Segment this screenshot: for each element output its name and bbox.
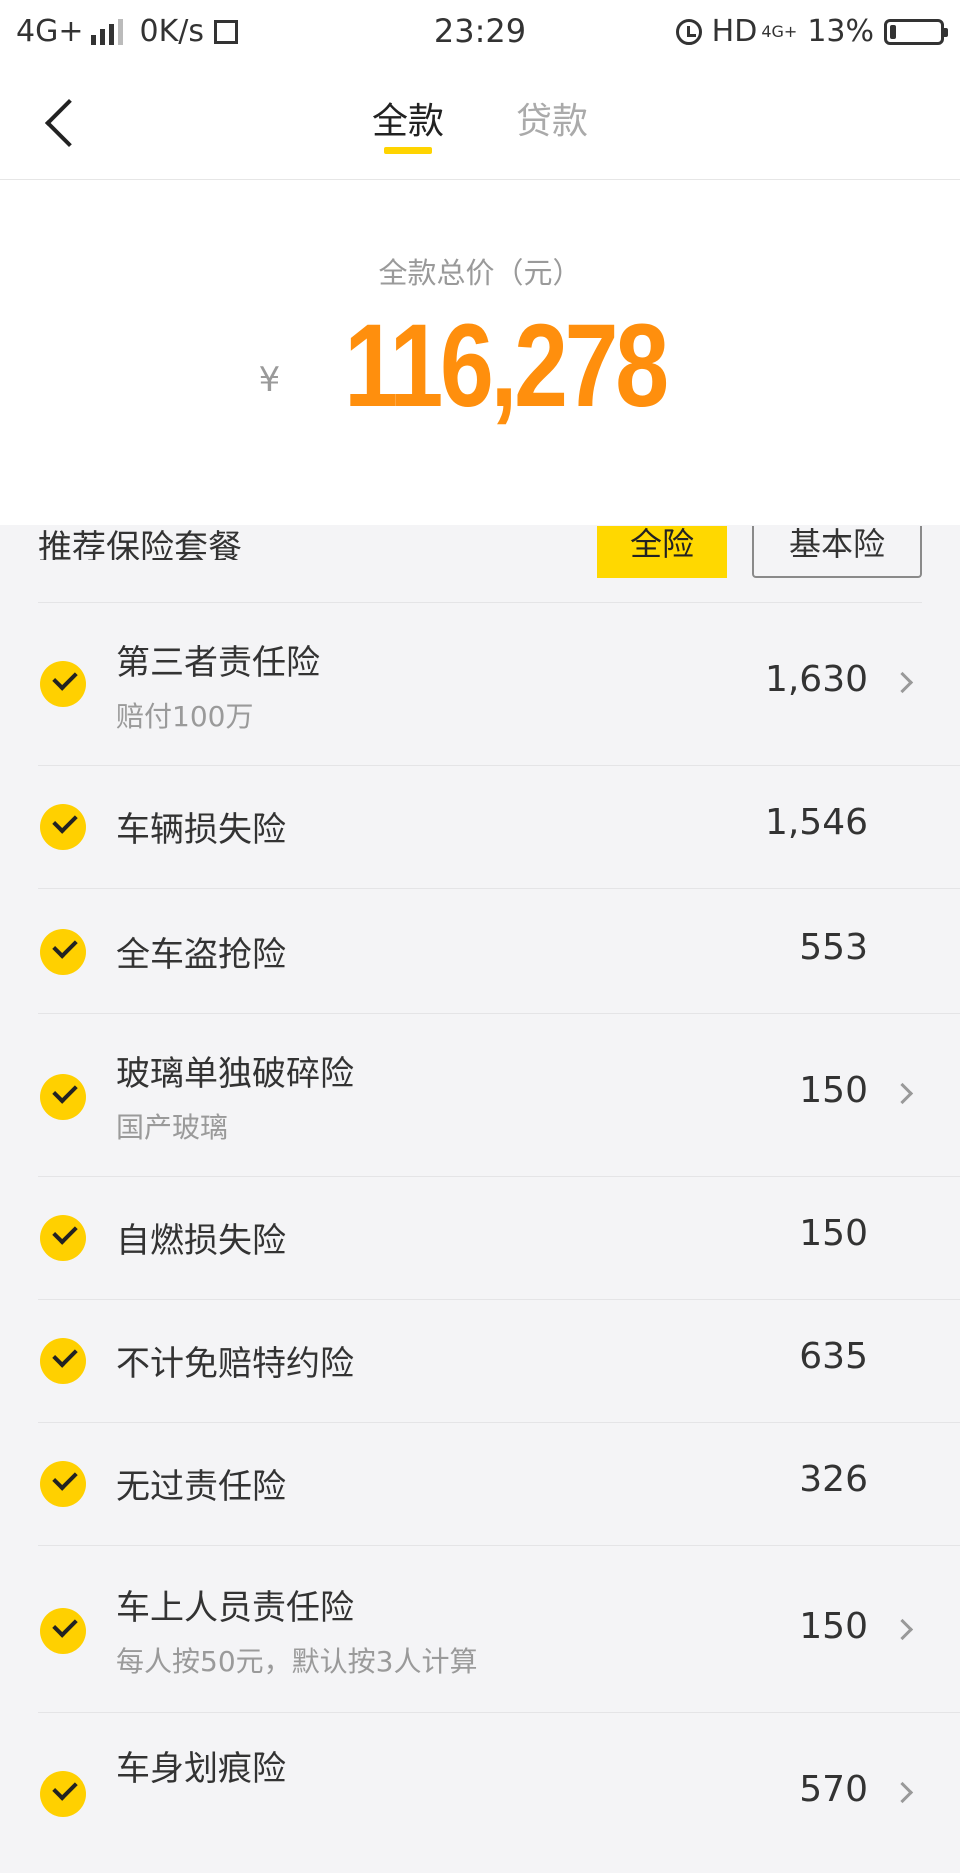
tab-full-payment[interactable]: 全款 [372, 92, 444, 154]
insurance-name: 第三者责任险 [116, 643, 320, 683]
check-icon[interactable] [40, 1771, 86, 1817]
net-type-label: 4G+ [761, 22, 798, 41]
total-price-label: 全款总价（元） [378, 256, 582, 290]
insurance-name: 车上人员责任险 [116, 1588, 354, 1628]
insurance-item-self-ignition[interactable]: 自燃损失险 150 [38, 1177, 960, 1300]
insurance-price: 150 [799, 1606, 868, 1647]
check-icon[interactable] [40, 1074, 86, 1120]
insurance-name: 自燃损失险 [116, 1221, 286, 1261]
insurance-price: 150 [799, 1213, 868, 1254]
price-row: ¥ 116,278 [0, 298, 960, 434]
hd-label: HD [711, 14, 758, 49]
status-bar: 4G+ 0K/s 23:29 HD 4G+ 13% [0, 0, 960, 66]
price-card: 全款总价（元） ¥ 116,278 [0, 180, 960, 525]
currency-symbol: ¥ [258, 360, 281, 400]
insurance-item-third-party[interactable]: 第三者责任险 赔付100万 1,630 [38, 603, 960, 766]
chevron-right-icon [891, 671, 914, 694]
check-icon[interactable] [40, 1338, 86, 1384]
battery-icon [884, 18, 948, 45]
insurance-item-glass[interactable]: 玻璃单独破碎险 国产玻璃 150 [38, 1014, 960, 1177]
insurance-list: 第三者责任险 赔付100万 1,630 车辆损失险 1,546 全车盗抢险 55… [38, 603, 960, 1873]
alarm-icon [675, 18, 702, 45]
insurance-title: 推荐保险套餐 [38, 528, 242, 560]
insurance-price: 150 [799, 1070, 868, 1111]
insurance-item-no-fault[interactable]: 无过责任险 326 [38, 1423, 960, 1546]
chevron-right-icon [891, 1618, 914, 1641]
insurance-sub: 国产玻璃 [116, 1111, 229, 1144]
insurance-price: 570 [799, 1769, 868, 1810]
check-icon[interactable] [40, 1215, 86, 1261]
insurance-price: 553 [799, 927, 868, 968]
status-right: HD 4G+ 13% [675, 14, 948, 49]
insurance-name: 玻璃单独破碎险 [116, 1054, 354, 1094]
insurance-price: 635 [799, 1336, 868, 1377]
plan-full-label: 全险 [629, 526, 694, 563]
tab-loan[interactable]: 贷款 [516, 92, 588, 154]
insurance-item-passenger[interactable]: 车上人员责任险 每人按50元，默认按3人计算 150 [38, 1546, 960, 1713]
chevron-right-icon [891, 1781, 914, 1804]
check-icon[interactable] [40, 1608, 86, 1654]
insurance-name: 车身划痕险 [116, 1749, 286, 1789]
insurance-sub: 赔付100万 [116, 700, 254, 733]
plan-basic-label: 基本险 [788, 526, 885, 563]
plan-basic-button[interactable]: 基本险 [752, 526, 922, 578]
insurance-header: 推荐保险套餐 全险 基本险 [38, 526, 922, 603]
insurance-item-scratch[interactable]: 车身划痕险 570 [38, 1713, 960, 1873]
chevron-right-icon [891, 1082, 914, 1105]
insurance-item-theft[interactable]: 全车盗抢险 553 [38, 889, 960, 1014]
insurance-item-vehicle-damage[interactable]: 车辆损失险 1,546 [38, 766, 960, 889]
check-icon[interactable] [40, 1461, 86, 1507]
check-icon[interactable] [40, 661, 86, 707]
insurance-price: 1,546 [764, 802, 868, 843]
insurance-name: 不计免赔特约险 [116, 1344, 354, 1384]
insurance-price: 1,630 [764, 659, 868, 700]
battery-percent: 13% [807, 14, 874, 49]
plan-full-button[interactable]: 全险 [597, 526, 727, 578]
insurance-item-deductible-waiver[interactable]: 不计免赔特约险 635 [38, 1300, 960, 1423]
insurance-sub: 每人按50元，默认按3人计算 [116, 1645, 478, 1678]
insurance-name: 车辆损失险 [116, 810, 286, 850]
insurance-name: 全车盗抢险 [116, 935, 286, 975]
insurance-price: 326 [799, 1459, 868, 1500]
check-icon[interactable] [40, 929, 86, 975]
payment-tabs: 全款 贷款 [0, 92, 960, 154]
total-price-value: 116,278 [344, 300, 670, 432]
nav-bar: 全款 贷款 [0, 66, 960, 180]
check-icon[interactable] [40, 804, 86, 850]
insurance-name: 无过责任险 [116, 1467, 286, 1507]
